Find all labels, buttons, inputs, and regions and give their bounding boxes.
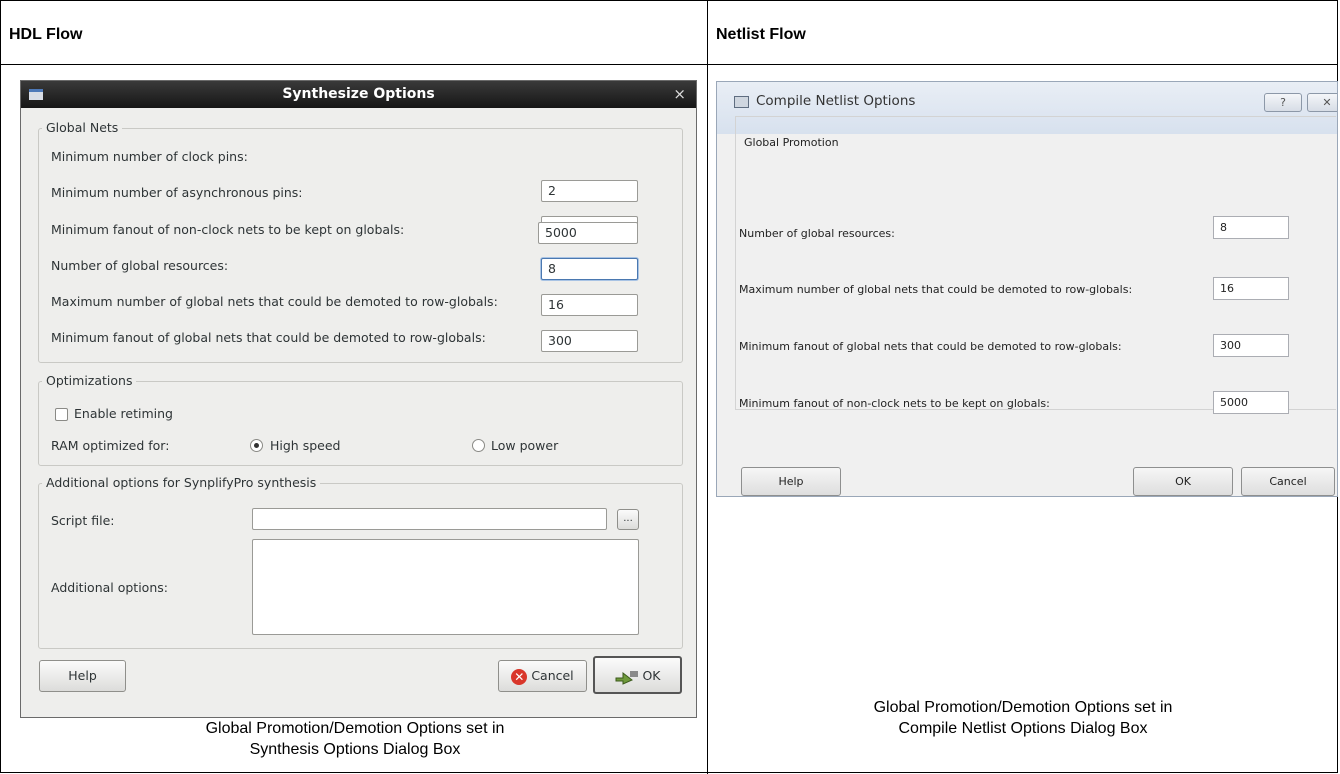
min-fanout-demoted-label: Minimum fanout of global nets that could…: [51, 330, 486, 345]
help-button[interactable]: Help: [39, 660, 126, 692]
low-power-label: Low power: [491, 438, 559, 453]
num-global-resources-input[interactable]: 8: [541, 258, 638, 280]
right-caption-line1: Global Promotion/Demotion Options set in: [873, 699, 1173, 716]
table-header-divider: [0, 64, 1338, 65]
ok-button-label: OK: [642, 668, 661, 683]
global-promotion-group: [735, 116, 1336, 410]
right-caption: Global Promotion/Demotion Options set in…: [708, 697, 1338, 739]
close-icon[interactable]: ×: [673, 85, 686, 103]
min-fanout-demoted-input[interactable]: 300: [1213, 334, 1289, 357]
min-fanout-nonclock-input[interactable]: 5000: [538, 222, 638, 244]
right-caption-line2: Compile Netlist Options Dialog Box: [898, 720, 1148, 737]
left-caption-line2: Synthesis Options Dialog Box: [249, 741, 461, 758]
max-demoted-nets-label: Maximum number of global nets that could…: [739, 283, 1133, 296]
table-column-divider: [707, 0, 708, 774]
min-clock-pins-input[interactable]: 2: [541, 180, 638, 202]
left-caption-line1: Global Promotion/Demotion Options set in: [205, 720, 505, 737]
help-button[interactable]: Help: [741, 467, 841, 496]
cancel-button[interactable]: ✕ Cancel: [498, 660, 587, 692]
high-speed-label: High speed: [270, 438, 341, 453]
ram-optimized-label: RAM optimized for:: [51, 438, 170, 453]
optimizations-group-label: Optimizations: [42, 373, 137, 388]
min-fanout-demoted-label: Minimum fanout of global nets that could…: [739, 340, 1122, 353]
min-fanout-nonclock-input[interactable]: 5000: [1213, 391, 1289, 414]
min-fanout-nonclock-label: Minimum fanout of non-clock nets to be k…: [739, 397, 1050, 410]
dialog-title: Synthesize Options: [282, 86, 435, 102]
browse-button[interactable]: ...: [617, 509, 639, 530]
enable-retiming-label: Enable retiming: [74, 406, 173, 421]
additional-options-textarea[interactable]: [252, 539, 639, 635]
dialog-title: Compile Netlist Options: [756, 93, 916, 109]
cancel-icon: ✕: [511, 668, 528, 685]
cancel-button-label: Cancel: [531, 668, 574, 683]
left-column-header: HDL Flow: [9, 26, 83, 43]
num-global-resources-input[interactable]: 8: [1213, 216, 1289, 239]
min-fanout-demoted-input[interactable]: 300: [541, 330, 638, 352]
close-icon[interactable]: ✕: [1307, 93, 1337, 112]
low-power-radio[interactable]: [472, 439, 485, 452]
script-file-label: Script file:: [51, 513, 115, 528]
additional-options-label: Additional options:: [51, 580, 168, 595]
global-nets-group-label: Global Nets: [42, 120, 123, 135]
num-global-resources-label: Number of global resources:: [739, 227, 895, 240]
right-column-header: Netlist Flow: [716, 26, 806, 43]
optimizations-group: [38, 381, 683, 466]
ok-button[interactable]: OK: [1133, 467, 1233, 496]
title-bar: Synthesize Options ×: [21, 81, 696, 108]
max-demoted-nets-input[interactable]: 16: [541, 294, 638, 316]
ok-icon: [615, 670, 639, 685]
num-global-resources-label: Number of global resources:: [51, 258, 229, 273]
max-demoted-nets-input[interactable]: 16: [1213, 277, 1289, 300]
script-file-input[interactable]: [252, 508, 607, 530]
high-speed-radio[interactable]: [250, 439, 263, 452]
left-caption: Global Promotion/Demotion Options set in…: [10, 718, 700, 760]
min-async-pins-label: Minimum number of asynchronous pins:: [51, 185, 303, 200]
ok-button[interactable]: OK: [593, 656, 682, 694]
cancel-button[interactable]: Cancel: [1241, 467, 1335, 496]
help-icon[interactable]: ?: [1264, 93, 1302, 112]
max-demoted-nets-label: Maximum number of global nets that could…: [51, 294, 498, 309]
compile-netlist-options-dialog: Compile Netlist Options ? ✕ Global Promo…: [717, 82, 1337, 496]
window-app-icon: [734, 96, 749, 108]
global-promotion-group-label: Global Promotion: [744, 136, 839, 149]
enable-retiming-checkbox[interactable]: [55, 408, 68, 421]
additional-options-group-label: Additional options for SynplifyPro synth…: [42, 475, 321, 490]
synthesize-options-dialog: Synthesize Options × Global Nets Minimum…: [21, 81, 696, 717]
min-clock-pins-label: Minimum number of clock pins:: [51, 149, 248, 164]
min-fanout-nonclock-label: Minimum fanout of non-clock nets to be k…: [51, 222, 405, 237]
